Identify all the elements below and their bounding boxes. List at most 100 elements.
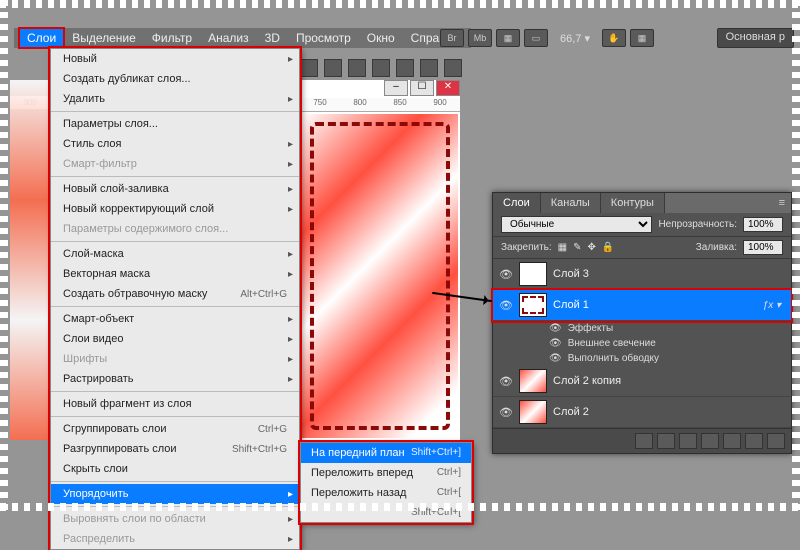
submenu-item[interactable]: Переложить впередCtrl+] xyxy=(301,463,471,483)
menu-item[interactable]: Создать обтравочную маскуAlt+Ctrl+G xyxy=(51,284,299,304)
options-bar xyxy=(300,56,462,80)
layer-thumb xyxy=(519,369,547,393)
fx-icon[interactable] xyxy=(657,433,675,449)
menu-item[interactable]: Новый фрагмент из слоя xyxy=(51,394,299,414)
trash-icon[interactable] xyxy=(767,433,785,449)
menu-item[interactable]: Новый корректирующий слой xyxy=(51,199,299,219)
menu-window[interactable]: Окно xyxy=(360,29,402,47)
menu-item[interactable]: Растрировать xyxy=(51,369,299,389)
fill-input[interactable] xyxy=(743,240,783,255)
lock-label: Закрепить: xyxy=(501,242,552,253)
screen-mode-icon[interactable]: ▦ xyxy=(496,29,520,47)
canvas-art[interactable] xyxy=(302,114,458,438)
lock-move-icon[interactable]: ✥ xyxy=(588,242,596,253)
lock-all-icon[interactable]: 🔒 xyxy=(602,242,614,253)
menu-item[interactable]: Новый xyxy=(51,49,299,69)
menu-3d[interactable]: 3D xyxy=(258,29,287,47)
top-toolbar: Br Mb ▦ ▭ 66,7 ▾ ✋ ▦ xyxy=(440,28,654,48)
group-icon[interactable] xyxy=(723,433,741,449)
layer-thumb xyxy=(519,293,547,317)
tool-br[interactable]: Br xyxy=(440,29,464,47)
minimize-icon[interactable]: – xyxy=(384,80,408,96)
layers-menu-dropdown: НовыйСоздать дубликат слоя...Удалить Пара… xyxy=(50,48,300,550)
opt-3[interactable] xyxy=(348,59,366,77)
opt-6[interactable] xyxy=(420,59,438,77)
layer-row[interactable]: 👁Слой 1ƒx ▾ xyxy=(493,290,791,321)
menu-item[interactable]: Слой-маска xyxy=(51,244,299,264)
menu-item[interactable]: Скрыть слои xyxy=(51,459,299,479)
menu-item: Смарт-фильтр xyxy=(51,154,299,174)
workspace-button[interactable]: Основная р xyxy=(717,28,794,48)
submenu-item: Shift+Ctrl+[ xyxy=(301,503,471,522)
panel-menu-icon[interactable]: ≡ xyxy=(773,193,791,213)
grid-icon[interactable]: ▦ xyxy=(630,29,654,47)
layer-name: Слой 2 копия xyxy=(553,375,785,387)
menu-filter[interactable]: Фильтр xyxy=(145,29,199,47)
opt-5[interactable] xyxy=(396,59,414,77)
effect-item[interactable]: 👁 Выполнить обводку xyxy=(543,351,791,366)
menu-layers[interactable]: Слои xyxy=(20,29,63,47)
layers-panel: Слои Каналы Контуры ≡ Обычные Непрозрачн… xyxy=(492,192,792,454)
menu-item[interactable]: Смарт-объект xyxy=(51,309,299,329)
menu-item[interactable]: Удалить xyxy=(51,89,299,109)
adjustment-icon[interactable] xyxy=(701,433,719,449)
layer-row[interactable]: 👁 Слой 2 копия xyxy=(493,366,791,397)
layer-name: Слой 3 xyxy=(553,268,785,280)
menu-item[interactable]: Параметры слоя... xyxy=(51,114,299,134)
visibility-eye-icon[interactable]: 👁 xyxy=(499,375,513,388)
link-layers-icon[interactable] xyxy=(635,433,653,449)
layer-row[interactable]: 👁 Слой 2 xyxy=(493,397,791,428)
zoom-value[interactable]: 66,7 ▾ xyxy=(552,32,598,45)
opt-4[interactable] xyxy=(372,59,390,77)
layer-thumb xyxy=(519,400,547,424)
hand-icon[interactable]: ✋ xyxy=(602,29,626,47)
effects-header: 👁 Эффекты xyxy=(543,321,791,336)
lock-pixels-icon[interactable]: ▦ xyxy=(558,242,567,253)
tool-mb[interactable]: Mb xyxy=(468,29,492,47)
menu-item[interactable]: Векторная маска xyxy=(51,264,299,284)
opt-1[interactable] xyxy=(300,59,318,77)
fill-label: Заливка: xyxy=(696,242,737,253)
layer-name: Слой 2 xyxy=(553,406,785,418)
menu-view[interactable]: Просмотр xyxy=(289,29,358,47)
ruler-top: 750800850900 xyxy=(300,98,460,112)
opacity-input[interactable] xyxy=(743,217,783,232)
visibility-eye-icon[interactable]: 👁 xyxy=(499,406,513,419)
tab-layers[interactable]: Слои xyxy=(493,193,541,213)
arrange-icon[interactable]: ▭ xyxy=(524,29,548,47)
menu-selection[interactable]: Выделение xyxy=(65,29,143,47)
visibility-eye-icon[interactable]: 👁 xyxy=(499,268,513,281)
menu-item[interactable]: Слои видео xyxy=(51,329,299,349)
effect-item[interactable]: 👁 Внешнее свечение xyxy=(543,336,791,351)
visibility-eye-icon[interactable]: 👁 xyxy=(499,299,513,312)
menu-item[interactable]: Новый слой-заливка xyxy=(51,179,299,199)
mask-icon[interactable] xyxy=(679,433,697,449)
new-layer-icon[interactable] xyxy=(745,433,763,449)
tab-channels[interactable]: Каналы xyxy=(541,193,601,213)
menu-item[interactable]: Создать дубликат слоя... xyxy=(51,69,299,89)
opacity-label: Непрозрачность: xyxy=(658,219,737,230)
blend-mode-select[interactable]: Обычные xyxy=(501,216,652,233)
layer-row[interactable]: 👁 Слой 3 xyxy=(493,259,791,290)
maximize-icon[interactable]: ☐ xyxy=(410,80,434,96)
close-icon[interactable]: ✕ xyxy=(436,80,460,96)
menu-item: Распределить xyxy=(51,529,299,549)
postage-frame xyxy=(310,122,450,430)
menu-item[interactable]: Сгруппировать слоиCtrl+G xyxy=(51,419,299,439)
submenu-item[interactable]: Переложить назадCtrl+[ xyxy=(301,483,471,503)
lock-brush-icon[interactable]: ✎ xyxy=(573,242,581,253)
fx-badge[interactable]: ƒx ▾ xyxy=(763,300,785,311)
document-window: – ☐ ✕ 750800850900 xyxy=(300,80,460,440)
menu-item: Параметры содержимого слоя... xyxy=(51,219,299,239)
menu-item[interactable]: Стиль слоя xyxy=(51,134,299,154)
submenu-item[interactable]: На передний планShift+Ctrl+] xyxy=(301,443,471,463)
opt-2[interactable] xyxy=(324,59,342,77)
opt-7[interactable] xyxy=(444,59,462,77)
menu-item[interactable]: Разгруппировать слоиShift+Ctrl+G xyxy=(51,439,299,459)
layer-list: 👁 Слой 3 👁Слой 1ƒx ▾👁 Эффекты👁 Внешнее све… xyxy=(493,259,791,428)
menu-item: Шрифты xyxy=(51,349,299,369)
menu-analysis[interactable]: Анализ xyxy=(201,29,256,47)
tab-paths[interactable]: Контуры xyxy=(601,193,665,213)
menu-item[interactable]: Упорядочить xyxy=(51,484,299,504)
layer-thumb xyxy=(519,262,547,286)
